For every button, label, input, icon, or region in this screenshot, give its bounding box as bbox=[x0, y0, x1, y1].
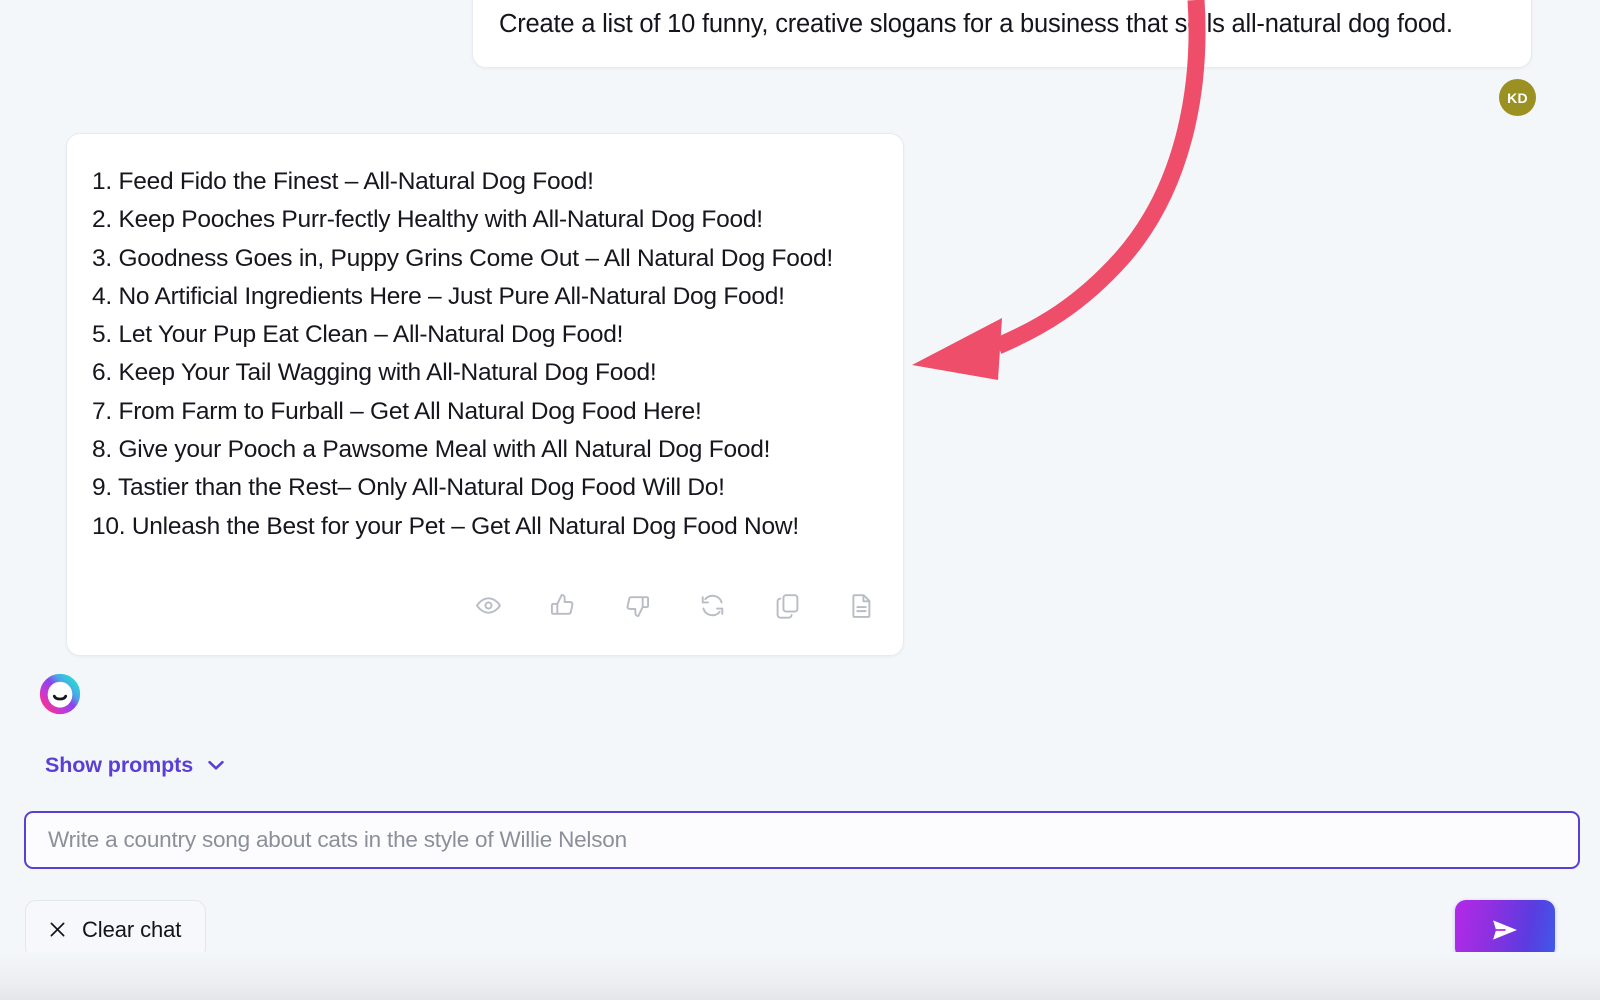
regenerate-icon bbox=[699, 592, 726, 619]
user-prompt-card: Create a list of 10 funny, creative slog… bbox=[472, 0, 1532, 68]
assistant-response-card: 1. Feed Fido the Finest – All-Natural Do… bbox=[66, 133, 904, 656]
slogan-list: 1. Feed Fido the Finest – All-Natural Do… bbox=[92, 163, 883, 546]
clear-chat-button[interactable]: Clear chat bbox=[25, 900, 206, 959]
close-icon bbox=[47, 919, 68, 940]
list-item: 9. Tastier than the Rest– Only All-Natur… bbox=[92, 469, 883, 507]
list-item: 10. Unleash the Best for your Pet – Get … bbox=[92, 508, 883, 546]
show-prompts-label: Show prompts bbox=[45, 753, 193, 778]
page-bottom-fade bbox=[0, 952, 1600, 1000]
assistant-logo-icon bbox=[39, 673, 81, 715]
composer[interactable] bbox=[24, 811, 1580, 869]
avatar[interactable]: KD bbox=[1499, 79, 1536, 116]
list-item: 6. Keep Your Tail Wagging with All-Natur… bbox=[92, 354, 883, 392]
eye-icon bbox=[475, 592, 502, 619]
user-prompt-text: Create a list of 10 funny, creative slog… bbox=[499, 7, 1453, 41]
thumbs-up-icon bbox=[549, 592, 576, 619]
regenerate-button[interactable] bbox=[689, 582, 735, 628]
message-input[interactable] bbox=[26, 813, 1578, 867]
list-item: 5. Let Your Pup Eat Clean – All-Natural … bbox=[92, 316, 883, 354]
view-button[interactable] bbox=[465, 582, 511, 628]
list-item: 1. Feed Fido the Finest – All-Natural Do… bbox=[92, 163, 883, 201]
show-prompts-toggle[interactable]: Show prompts bbox=[45, 748, 228, 782]
document-icon bbox=[848, 592, 875, 619]
send-icon bbox=[1488, 913, 1522, 947]
clear-chat-label: Clear chat bbox=[82, 917, 181, 943]
response-action-row bbox=[465, 582, 885, 628]
thumbs-down-icon bbox=[624, 592, 651, 619]
chevron-down-icon bbox=[204, 753, 228, 777]
list-item: 7. From Farm to Furball – Get All Natura… bbox=[92, 393, 883, 431]
list-item: 4. No Artificial Ingredients Here – Just… bbox=[92, 278, 883, 316]
list-item: 8. Give your Pooch a Pawsome Meal with A… bbox=[92, 431, 883, 469]
copy-icon bbox=[774, 592, 801, 619]
send-button[interactable] bbox=[1455, 900, 1555, 959]
save-document-button[interactable] bbox=[839, 582, 885, 628]
copy-button[interactable] bbox=[764, 582, 810, 628]
dislike-button[interactable] bbox=[615, 582, 661, 628]
list-item: 2. Keep Pooches Purr-fectly Healthy with… bbox=[92, 201, 883, 239]
list-item: 3. Goodness Goes in, Puppy Grins Come Ou… bbox=[92, 240, 883, 278]
like-button[interactable] bbox=[540, 582, 586, 628]
